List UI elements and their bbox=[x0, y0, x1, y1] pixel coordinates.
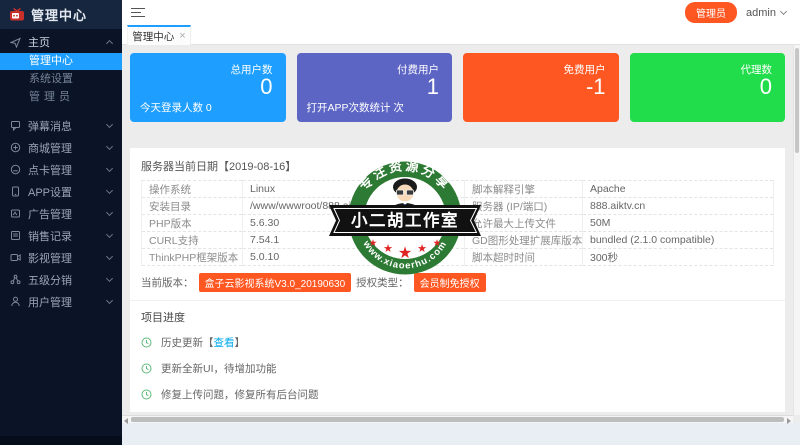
table-row: 操作系统Linux 脚本解释引擎Apache bbox=[142, 181, 774, 198]
sidebar-item-app-settings[interactable]: APP设置 bbox=[0, 181, 122, 202]
list-item: 修复上传问题，修复所有后台问题 bbox=[141, 381, 774, 407]
sidebar-item-users[interactable]: 用户管理 bbox=[0, 291, 122, 312]
menu-toggle-icon[interactable] bbox=[131, 5, 145, 20]
version-row: 当前版本： 盒子云影视系统V3.0_20190630 授权类型： 会员制免授权 bbox=[141, 273, 774, 292]
stat-card-paid-users: 付费用户 1 打开APP次数统计 次 bbox=[297, 53, 453, 122]
list-item: 更新全新UI，待增加功能 bbox=[141, 355, 774, 381]
card-icon bbox=[10, 164, 21, 175]
tv-logo-icon bbox=[9, 8, 25, 21]
scroll-left-arrow-icon[interactable] bbox=[124, 418, 128, 424]
sidebar-item-admin-center[interactable]: 管理中心 bbox=[0, 53, 122, 70]
stat-value: -1 bbox=[586, 74, 606, 100]
sidebar-item-point-card[interactable]: 点卡管理 bbox=[0, 159, 122, 180]
sidebar-footer bbox=[0, 436, 122, 445]
role-button[interactable]: 管理员 bbox=[685, 2, 737, 23]
close-icon[interactable]: × bbox=[179, 31, 185, 42]
sidebar-item-danmu[interactable]: 弹幕消息 bbox=[0, 115, 122, 136]
chevron-down-icon bbox=[780, 7, 787, 14]
store-icon bbox=[10, 142, 21, 153]
sidebar-item-movies[interactable]: 影视管理 bbox=[0, 247, 122, 268]
sidebar-item-administrator[interactable]: 管理员 bbox=[0, 89, 122, 106]
table-row: 安装目录/www/wwwroot/888.aiktv.cn 服务器 (IP/端口… bbox=[142, 198, 774, 215]
chevron-down-icon bbox=[106, 297, 113, 304]
tabbar: 管理中心 × bbox=[122, 25, 800, 45]
table-row: CURL支持7.54.1 GD图形处理扩展库版本bundled (2.1.0 c… bbox=[142, 232, 774, 249]
license-badge: 会员制免授权 bbox=[414, 273, 486, 292]
stat-value: 1 bbox=[427, 74, 439, 100]
list-item: 开发中..... bbox=[141, 407, 774, 415]
stat-value: 0 bbox=[760, 74, 772, 100]
clock-icon bbox=[141, 337, 152, 348]
chat-icon bbox=[10, 120, 21, 131]
ad-icon bbox=[10, 208, 21, 219]
sidebar-item-home[interactable]: 主页 bbox=[0, 32, 122, 52]
view-link[interactable]: 查看 bbox=[214, 337, 235, 349]
stat-cards: 总用户数 0 今天登录人数 0 付费用户 1 打开APP次数统计 次 免费用户 … bbox=[130, 53, 785, 122]
chevron-down-icon bbox=[106, 165, 113, 172]
scroll-right-arrow-icon[interactable] bbox=[787, 418, 791, 424]
chevron-up-icon bbox=[106, 40, 113, 47]
scrollbar-thumb[interactable] bbox=[795, 48, 799, 153]
stat-value: 0 bbox=[260, 74, 272, 100]
main-content: 总用户数 0 今天登录人数 0 付费用户 1 打开APP次数统计 次 免费用户 … bbox=[122, 45, 793, 415]
chevron-down-icon bbox=[106, 253, 113, 260]
chevron-down-icon bbox=[106, 209, 113, 216]
list-item: 历史更新【查看】 bbox=[141, 329, 774, 355]
license-label: 授权类型： bbox=[356, 275, 409, 290]
tab-admin-center[interactable]: 管理中心 × bbox=[127, 25, 191, 45]
list-icon bbox=[10, 230, 21, 241]
horizontal-scrollbar[interactable] bbox=[122, 415, 793, 423]
sidebar-item-mall[interactable]: 商城管理 bbox=[0, 137, 122, 158]
send-icon bbox=[10, 37, 21, 48]
chevron-down-icon bbox=[106, 275, 113, 282]
bottom-strip bbox=[122, 423, 800, 445]
table-row: ThinkPHP框架版本5.0.10 脚本超时时间300秒 bbox=[142, 249, 774, 266]
sidebar-groups: 弹幕消息 商城管理 点卡管理 APP设置 广告管理 销售记录 影视管理 五级分 bbox=[0, 115, 122, 312]
server-date-title: 服务器当前日期【2019-08-16】 bbox=[141, 153, 774, 180]
share-icon bbox=[10, 274, 21, 285]
stat-card-free-users: 免费用户 -1 bbox=[463, 53, 619, 122]
vertical-scrollbar[interactable] bbox=[793, 45, 800, 415]
sidebar: 管理中心 主页 管理中心 系统设置 管理员 弹幕消息 商城管理 点卡管理 APP… bbox=[0, 0, 122, 445]
clock-icon bbox=[141, 363, 152, 374]
sidebar-item-system-settings[interactable]: 系统设置 bbox=[0, 71, 122, 88]
sidebar-item-label: 主页 bbox=[28, 34, 100, 50]
clock-icon bbox=[141, 389, 152, 400]
chevron-down-icon bbox=[106, 187, 113, 194]
server-info-panel: 服务器当前日期【2019-08-16】 操作系统Linux 脚本解释引擎Apac… bbox=[130, 148, 785, 412]
user-icon bbox=[10, 296, 21, 307]
video-icon bbox=[10, 252, 21, 263]
phone-icon bbox=[10, 186, 21, 197]
app-logo: 管理中心 bbox=[0, 0, 122, 29]
version-label: 当前版本： bbox=[141, 275, 194, 290]
chevron-down-icon bbox=[106, 121, 113, 128]
sidebar-item-sales[interactable]: 销售记录 bbox=[0, 225, 122, 246]
sidebar-item-distribution[interactable]: 五级分销 bbox=[0, 269, 122, 290]
server-info-table: 操作系统Linux 脚本解释引擎Apache 安装目录/www/wwwroot/… bbox=[141, 180, 774, 266]
version-badge: 盒子云影视系统V3.0_20190630 bbox=[199, 273, 352, 292]
chevron-down-icon bbox=[106, 231, 113, 238]
scrollbar-thumb[interactable] bbox=[131, 417, 784, 422]
topbar: 管理员 admin bbox=[122, 0, 800, 25]
sidebar-item-ads[interactable]: 广告管理 bbox=[0, 203, 122, 224]
table-row: PHP版本5.6.30 允许最大上传文件50M bbox=[142, 215, 774, 232]
username: admin bbox=[746, 7, 776, 19]
app-title: 管理中心 bbox=[31, 5, 87, 24]
stat-card-agents: 代理数 0 bbox=[630, 53, 786, 122]
user-menu[interactable]: admin bbox=[746, 7, 786, 19]
progress-title: 项目进度 bbox=[141, 301, 774, 329]
stat-card-total-users: 总用户数 0 今天登录人数 0 bbox=[130, 53, 286, 122]
chevron-down-icon bbox=[106, 143, 113, 150]
